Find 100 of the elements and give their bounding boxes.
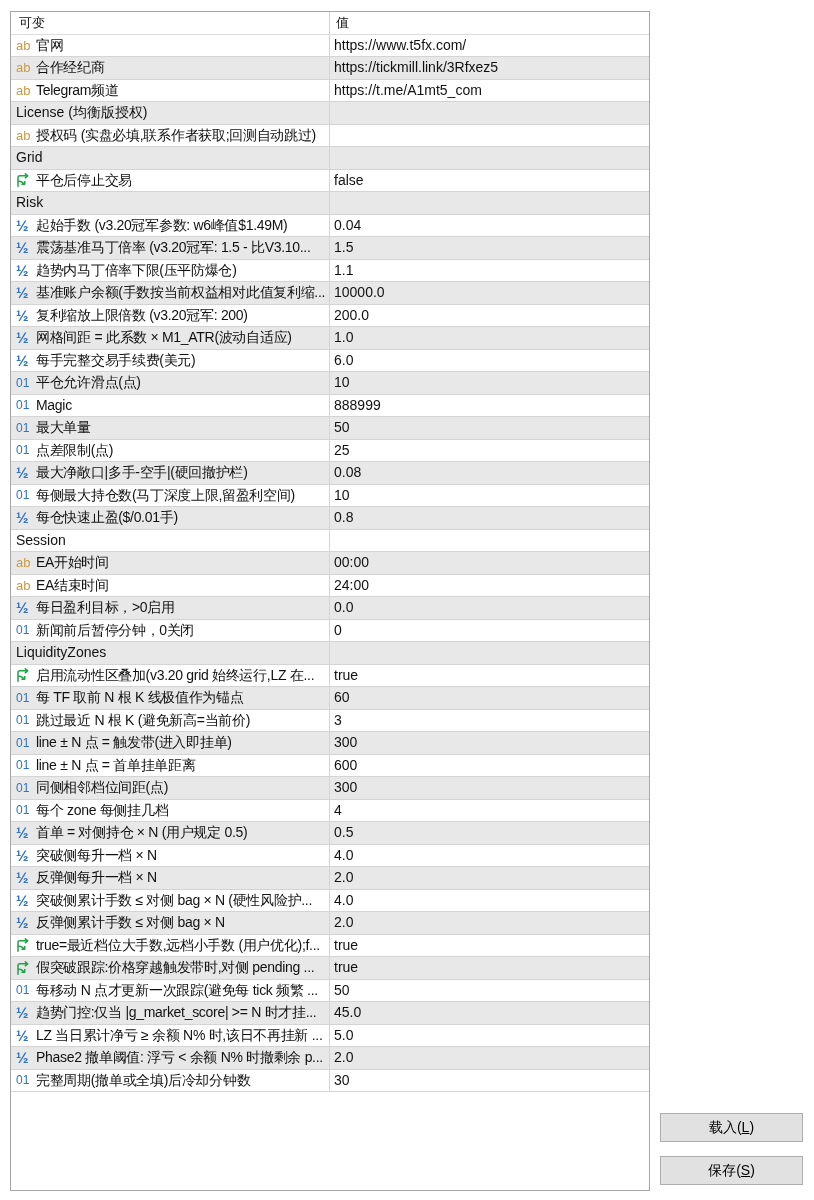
branch-arrow-icon: [16, 668, 30, 683]
parameter-cell[interactable]: ½ 反弹侧累计手数 ≤ 对侧 bag × N: [11, 912, 330, 935]
value-cell[interactable]: 0.0: [330, 597, 649, 620]
value-cell[interactable]: true: [330, 957, 649, 980]
parameter-cell[interactable]: 01 点差限制(点): [11, 439, 330, 462]
fraction-type-icon: ½: [16, 892, 29, 908]
parameter-cell[interactable]: 01 Magic: [11, 394, 330, 417]
value-cell[interactable]: 1.5: [330, 237, 649, 260]
parameter-cell[interactable]: ½ 最大净敞口|多手-空手|(硬回撤护栏): [11, 462, 330, 485]
group-header-cell[interactable]: Risk: [11, 192, 330, 215]
value-cell[interactable]: 2.0: [330, 912, 649, 935]
value-cell[interactable]: 10: [330, 372, 649, 395]
value-cell[interactable]: 300: [330, 777, 649, 800]
parameter-cell[interactable]: ½ 突破侧每升一档 × N: [11, 844, 330, 867]
fraction-type-icon: ½: [16, 330, 29, 346]
parameter-name: 每侧最大持仓数(马丁深度上限,留盈利空间): [36, 485, 295, 505]
parameter-cell[interactable]: 01 line ± N 点 = 首单挂单距离: [11, 754, 330, 777]
parameter-name: line ± N 点 = 首单挂单距离: [36, 755, 196, 775]
integer-type-icon: 01: [16, 444, 30, 457]
parameter-cell[interactable]: ½ Phase2 撤单阈值: 浮亏 < 余额 N% 时撤剩余 p...: [11, 1047, 330, 1070]
parameter-name: 反弹侧每升一档 × N: [36, 868, 157, 888]
integer-type-icon: 01: [16, 714, 30, 727]
fraction-type-icon: ½: [16, 870, 29, 886]
value-cell[interactable]: 2.0: [330, 1047, 649, 1070]
parameter-cell[interactable]: ½ 起始手数 (v3.20冠军参数: w6峰值$1.49M): [11, 214, 330, 237]
parameter-cell[interactable]: ab 合作经纪商: [11, 57, 330, 80]
parameter-cell[interactable]: 01 平仓允许滑点(点): [11, 372, 330, 395]
integer-type-icon: 01: [16, 624, 30, 637]
parameter-cell[interactable]: ab EA结束时间: [11, 574, 330, 597]
parameter-cell[interactable]: ½ 每日盈利目标，>0启用: [11, 597, 330, 620]
parameter-cell[interactable]: ab 授权码 (实盘必填,联系作者获取;回测自动跳过): [11, 124, 330, 147]
parameter-cell[interactable]: 01 每侧最大持仓数(马丁深度上限,留盈利空间): [11, 484, 330, 507]
parameter-name: 平仓允许滑点(点): [36, 373, 141, 393]
value-cell[interactable]: 2.0: [330, 867, 649, 890]
dialog-button[interactable]: 保存(S): [660, 1156, 803, 1185]
parameter-cell[interactable]: true=最近档位大手数,远档小手数 (用户优化);f...: [11, 934, 330, 957]
value-cell[interactable]: [330, 102, 649, 125]
value-cell[interactable]: [330, 147, 649, 170]
parameter-cell[interactable]: ½ 反弹侧每升一档 × N: [11, 867, 330, 890]
integer-type-icon: 01: [16, 781, 30, 794]
text-type-icon: ab: [16, 38, 31, 52]
parameter-cell[interactable]: 01 每个 zone 每侧挂几档: [11, 799, 330, 822]
parameter-cell[interactable]: ½ 复利缩放上限倍数 (v3.20冠军: 200): [11, 304, 330, 327]
parameter-cell[interactable]: ½ 趋势门控:仅当 |g_market_score| >= N 时才挂...: [11, 1002, 330, 1025]
value-cell[interactable]: 0.08: [330, 462, 649, 485]
fraction-type-icon: ½: [16, 1027, 29, 1043]
value-cell[interactable]: 1.0: [330, 327, 649, 350]
integer-type-icon: 01: [16, 691, 30, 704]
value-cell[interactable]: 50: [330, 417, 649, 440]
parameter-cell[interactable]: 01 每移动 N 点才更新一次跟踪(避免每 tick 频繁 ...: [11, 979, 330, 1002]
parameter-cell[interactable]: ½ 震荡基准马丁倍率 (v3.20冠军: 1.5 - 比V3.10...: [11, 237, 330, 260]
value-cell[interactable]: 300: [330, 732, 649, 755]
parameter-cell[interactable]: 01 跳过最近 N 根 K (避免新高=当前价): [11, 709, 330, 732]
parameter-cell[interactable]: 01 最大单量: [11, 417, 330, 440]
parameter-cell[interactable]: 01 新闻前后暂停分钟，0关闭: [11, 619, 330, 642]
value-cell[interactable]: 60: [330, 687, 649, 710]
group-header-cell[interactable]: Session: [11, 529, 330, 552]
parameter-cell[interactable]: 01 完整周期(撤单或全填)后冷却分钟数: [11, 1069, 330, 1092]
parameter-cell[interactable]: ½ 每仓快速止盈($/0.01手): [11, 507, 330, 530]
group-header-cell[interactable]: Grid: [11, 147, 330, 170]
fraction-type-icon: ½: [16, 915, 29, 931]
parameter-cell[interactable]: 01 同侧相邻档位间距(点): [11, 777, 330, 800]
fraction-type-icon: ½: [16, 217, 29, 233]
parameter-name: Telegram频道: [36, 80, 119, 100]
value-cell[interactable]: [330, 192, 649, 215]
value-cell[interactable]: 45.0: [330, 1002, 649, 1025]
value-cell[interactable]: [330, 642, 649, 665]
parameter-name: 每移动 N 点才更新一次跟踪(避免每 tick 频繁 ...: [36, 980, 318, 1000]
fraction-type-icon: ½: [16, 352, 29, 368]
parameter-name: 每日盈利目标，>0启用: [36, 598, 175, 618]
parameter-cell[interactable]: ½ 突破侧累计手数 ≤ 对侧 bag × N (硬性风险护...: [11, 889, 330, 912]
value-cell[interactable]: 10000.0: [330, 282, 649, 305]
group-header-cell[interactable]: License (均衡版授权): [11, 102, 330, 125]
parameter-cell[interactable]: ½ 每手完整交易手续费(美元): [11, 349, 330, 372]
parameter-cell[interactable]: 平仓后停止交易: [11, 169, 330, 192]
parameter-cell[interactable]: ½ LZ 当日累计净亏 ≥ 余额 N% 时,该日不再挂新 ...: [11, 1024, 330, 1047]
parameter-cell[interactable]: ½ 网格间距 = 此系数 × M1_ATR(波动自适应): [11, 327, 330, 350]
value-cell[interactable]: 0.5: [330, 822, 649, 845]
parameter-name: 震荡基准马丁倍率 (v3.20冠军: 1.5 - 比V3.10...: [36, 238, 311, 258]
parameter-cell[interactable]: 01 line ± N 点 = 触发带(进入即挂单): [11, 732, 330, 755]
value-cell[interactable]: 00:00: [330, 552, 649, 575]
parameter-cell[interactable]: 01 每 TF 取前 N 根 K 线极值作为锚点: [11, 687, 330, 710]
parameter-cell[interactable]: ½ 基准账户余额(手数按当前权益相对此值复利缩...: [11, 282, 330, 305]
parameter-cell[interactable]: ab 官网: [11, 34, 330, 57]
parameter-cell[interactable]: ab Telegram频道: [11, 79, 330, 102]
column-header[interactable]: 值: [330, 12, 649, 34]
group-header-cell[interactable]: LiquidityZones: [11, 642, 330, 665]
dialog-button[interactable]: 载入(L): [660, 1113, 803, 1142]
parameter-cell[interactable]: 假突破跟踪:价格穿越触发带时,对侧 pending ...: [11, 957, 330, 980]
column-header[interactable]: 可变: [11, 12, 330, 34]
parameter-cell[interactable]: 启用流动性区叠加(v3.20 grid 始终运行,LZ 在...: [11, 664, 330, 687]
parameter-cell[interactable]: ab EA开始时间: [11, 552, 330, 575]
integer-type-icon: 01: [16, 984, 30, 997]
parameter-name: 基准账户余额(手数按当前权益相对此值复利缩...: [36, 283, 326, 303]
value-cell[interactable]: https://tickmill.link/3Rfxez5: [330, 57, 649, 80]
parameter-name: 平仓后停止交易: [36, 170, 132, 190]
parameter-name: 每 TF 取前 N 根 K 线极值作为锚点: [36, 688, 244, 708]
parameter-cell[interactable]: ½ 首单 = 对侧持仓 × N (用户规定 0.5): [11, 822, 330, 845]
value-cell[interactable]: 0.8: [330, 507, 649, 530]
parameter-cell[interactable]: ½ 趋势内马丁倍率下限(压平防爆仓): [11, 259, 330, 282]
